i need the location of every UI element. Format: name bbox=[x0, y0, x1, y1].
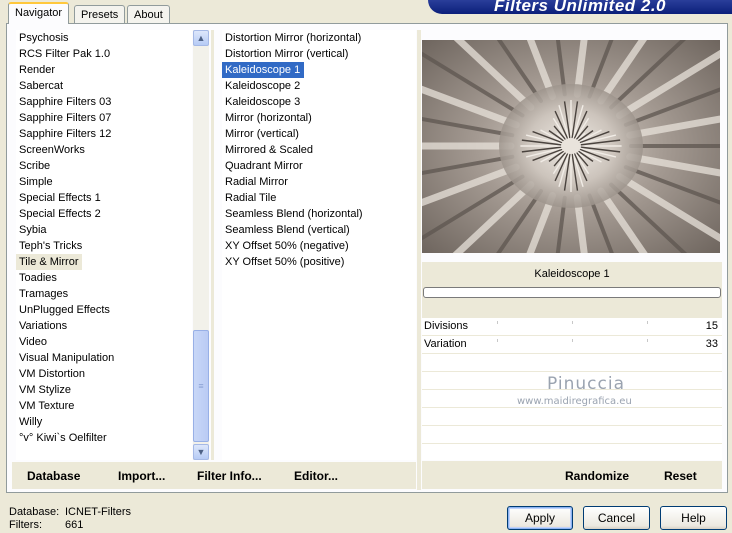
progress-bar bbox=[423, 287, 721, 298]
category-item[interactable]: Special Effects 2 bbox=[16, 206, 192, 222]
filter-item[interactable]: Mirrored & Scaled bbox=[222, 142, 416, 158]
kaleidoscope-preview bbox=[422, 40, 720, 253]
apply-button[interactable]: Apply bbox=[507, 506, 573, 530]
category-item[interactable]: RCS Filter Pak 1.0 bbox=[16, 46, 192, 62]
category-item[interactable]: Sapphire Filters 03 bbox=[16, 94, 192, 110]
category-item[interactable]: °v° Kiwi`s Oelfilter bbox=[16, 430, 192, 446]
category-item[interactable]: ScreenWorks bbox=[16, 142, 192, 158]
app-banner: Filters Unlimited 2.0 bbox=[428, 0, 732, 14]
category-item[interactable]: Sapphire Filters 07 bbox=[16, 110, 192, 126]
status-filters: Filters: 661 bbox=[9, 519, 83, 531]
filter-item[interactable]: Distortion Mirror (horizontal) bbox=[222, 30, 416, 46]
category-item[interactable]: Tile & Mirror bbox=[16, 254, 83, 270]
panel-divider bbox=[417, 30, 421, 490]
list-divider bbox=[211, 30, 214, 460]
param-divisions[interactable]: Divisions 15 bbox=[422, 318, 722, 336]
category-item[interactable]: Toadies bbox=[16, 270, 192, 286]
slider-tick bbox=[572, 339, 573, 342]
param-divisions-label: Divisions bbox=[424, 320, 469, 332]
status-database-value: ICNET-Filters bbox=[65, 506, 131, 518]
category-item[interactable]: Simple bbox=[16, 174, 192, 190]
database-button[interactable]: Database bbox=[27, 469, 80, 483]
filter-item[interactable]: Seamless Blend (vertical) bbox=[222, 222, 416, 238]
tab-navigator-label: Navigator bbox=[15, 7, 63, 19]
slider-tick bbox=[647, 339, 648, 342]
filter-item[interactable]: XY Offset 50% (positive) bbox=[222, 254, 416, 270]
param-divisions-value: 15 bbox=[705, 320, 718, 332]
param-variation[interactable]: Variation 33 bbox=[422, 336, 722, 354]
slider-tick bbox=[497, 321, 498, 324]
category-list[interactable]: Psychosis RCS Filter Pak 1.0 Render Saberca… bbox=[16, 30, 192, 460]
filter-name: Kaleidoscope 1 bbox=[534, 268, 610, 280]
param-empty bbox=[422, 354, 722, 372]
tab-about-label: About bbox=[134, 9, 163, 21]
slider-tick bbox=[647, 321, 648, 324]
filter-info-button[interactable]: Filter Info... bbox=[197, 469, 262, 483]
status-database: Database: ICNET-Filters bbox=[9, 506, 131, 518]
slider-tick bbox=[497, 339, 498, 342]
param-empty bbox=[422, 408, 722, 426]
help-button[interactable]: Help bbox=[660, 506, 727, 530]
status-database-label: Database: bbox=[9, 506, 60, 518]
randomize-button[interactable]: Randomize bbox=[565, 469, 629, 483]
filter-item[interactable]: Kaleidoscope 3 bbox=[222, 94, 416, 110]
slider-tick bbox=[572, 321, 573, 324]
category-item[interactable]: Teph's Tricks bbox=[16, 238, 192, 254]
watermark-name: Pinuccia bbox=[547, 374, 625, 394]
filter-item[interactable]: XY Offset 50% (negative) bbox=[222, 238, 416, 254]
category-item[interactable]: Special Effects 1 bbox=[16, 190, 192, 206]
watermark-url: www.maidiregrafica.eu bbox=[517, 396, 632, 407]
param-variation-label: Variation bbox=[424, 338, 467, 350]
category-item[interactable]: VM Stylize bbox=[16, 382, 192, 398]
tab-presets[interactable]: Presets bbox=[74, 5, 126, 23]
category-item[interactable]: Scribe bbox=[16, 158, 192, 174]
filter-item[interactable]: Distortion Mirror (vertical) bbox=[222, 46, 416, 62]
filter-list[interactable]: Distortion Mirror (horizontal) Distortion… bbox=[222, 30, 416, 460]
tab-navigator[interactable]: Navigator bbox=[8, 2, 70, 24]
list-toolbar: Database Import... Filter Info... Editor… bbox=[12, 462, 416, 489]
tab-about[interactable]: About bbox=[127, 5, 170, 23]
category-item[interactable]: Visual Manipulation bbox=[16, 350, 192, 366]
filter-toolbar: Randomize Reset bbox=[422, 462, 722, 489]
category-item[interactable]: Variations bbox=[16, 318, 192, 334]
preview-image bbox=[422, 40, 720, 253]
category-item[interactable]: Sabercat bbox=[16, 78, 192, 94]
app-title: Filters Unlimited 2.0 bbox=[493, 0, 667, 14]
param-empty bbox=[422, 426, 722, 444]
status-filters-label: Filters: bbox=[9, 519, 42, 531]
filter-item[interactable]: Mirror (horizontal) bbox=[222, 110, 416, 126]
filter-item[interactable]: Seamless Blend (horizontal) bbox=[222, 206, 416, 222]
param-empty bbox=[422, 444, 722, 462]
category-item[interactable]: Sapphire Filters 12 bbox=[16, 126, 192, 142]
category-item[interactable]: VM Distortion bbox=[16, 366, 192, 382]
category-item[interactable]: UnPlugged Effects bbox=[16, 302, 192, 318]
category-item[interactable]: Psychosis bbox=[16, 30, 192, 46]
category-item[interactable]: Tramages bbox=[16, 286, 192, 302]
category-item[interactable]: Willy bbox=[16, 414, 192, 430]
filter-item[interactable]: Radial Tile bbox=[222, 190, 416, 206]
filter-item[interactable]: Radial Mirror bbox=[222, 174, 416, 190]
category-item[interactable]: Sybia bbox=[16, 222, 192, 238]
category-item[interactable]: Render bbox=[16, 62, 192, 78]
import-button[interactable]: Import... bbox=[118, 469, 165, 483]
cancel-button[interactable]: Cancel bbox=[583, 506, 650, 530]
chevron-down-icon[interactable]: ▼ bbox=[193, 444, 209, 460]
filter-info-bar: Kaleidoscope 1 bbox=[422, 262, 722, 318]
category-item[interactable]: VM Texture bbox=[16, 398, 192, 414]
filter-item[interactable]: Kaleidoscope 2 bbox=[222, 78, 416, 94]
reset-button[interactable]: Reset bbox=[664, 469, 697, 483]
chevron-up-icon[interactable]: ▲ bbox=[193, 30, 209, 46]
status-filters-value: 661 bbox=[65, 519, 84, 531]
param-variation-value: 33 bbox=[705, 338, 718, 350]
scrollbar-thumb[interactable]: ≡ bbox=[193, 330, 209, 442]
filter-item[interactable]: Quadrant Mirror bbox=[222, 158, 416, 174]
editor-button[interactable]: Editor... bbox=[294, 469, 338, 483]
category-item[interactable]: Video bbox=[16, 334, 192, 350]
category-scrollbar[interactable]: ▲ ≡ ▼ bbox=[193, 30, 209, 460]
filter-item[interactable]: Mirror (vertical) bbox=[222, 126, 416, 142]
filter-item[interactable]: Kaleidoscope 1 bbox=[222, 62, 305, 78]
tab-presets-label: Presets bbox=[81, 9, 119, 21]
